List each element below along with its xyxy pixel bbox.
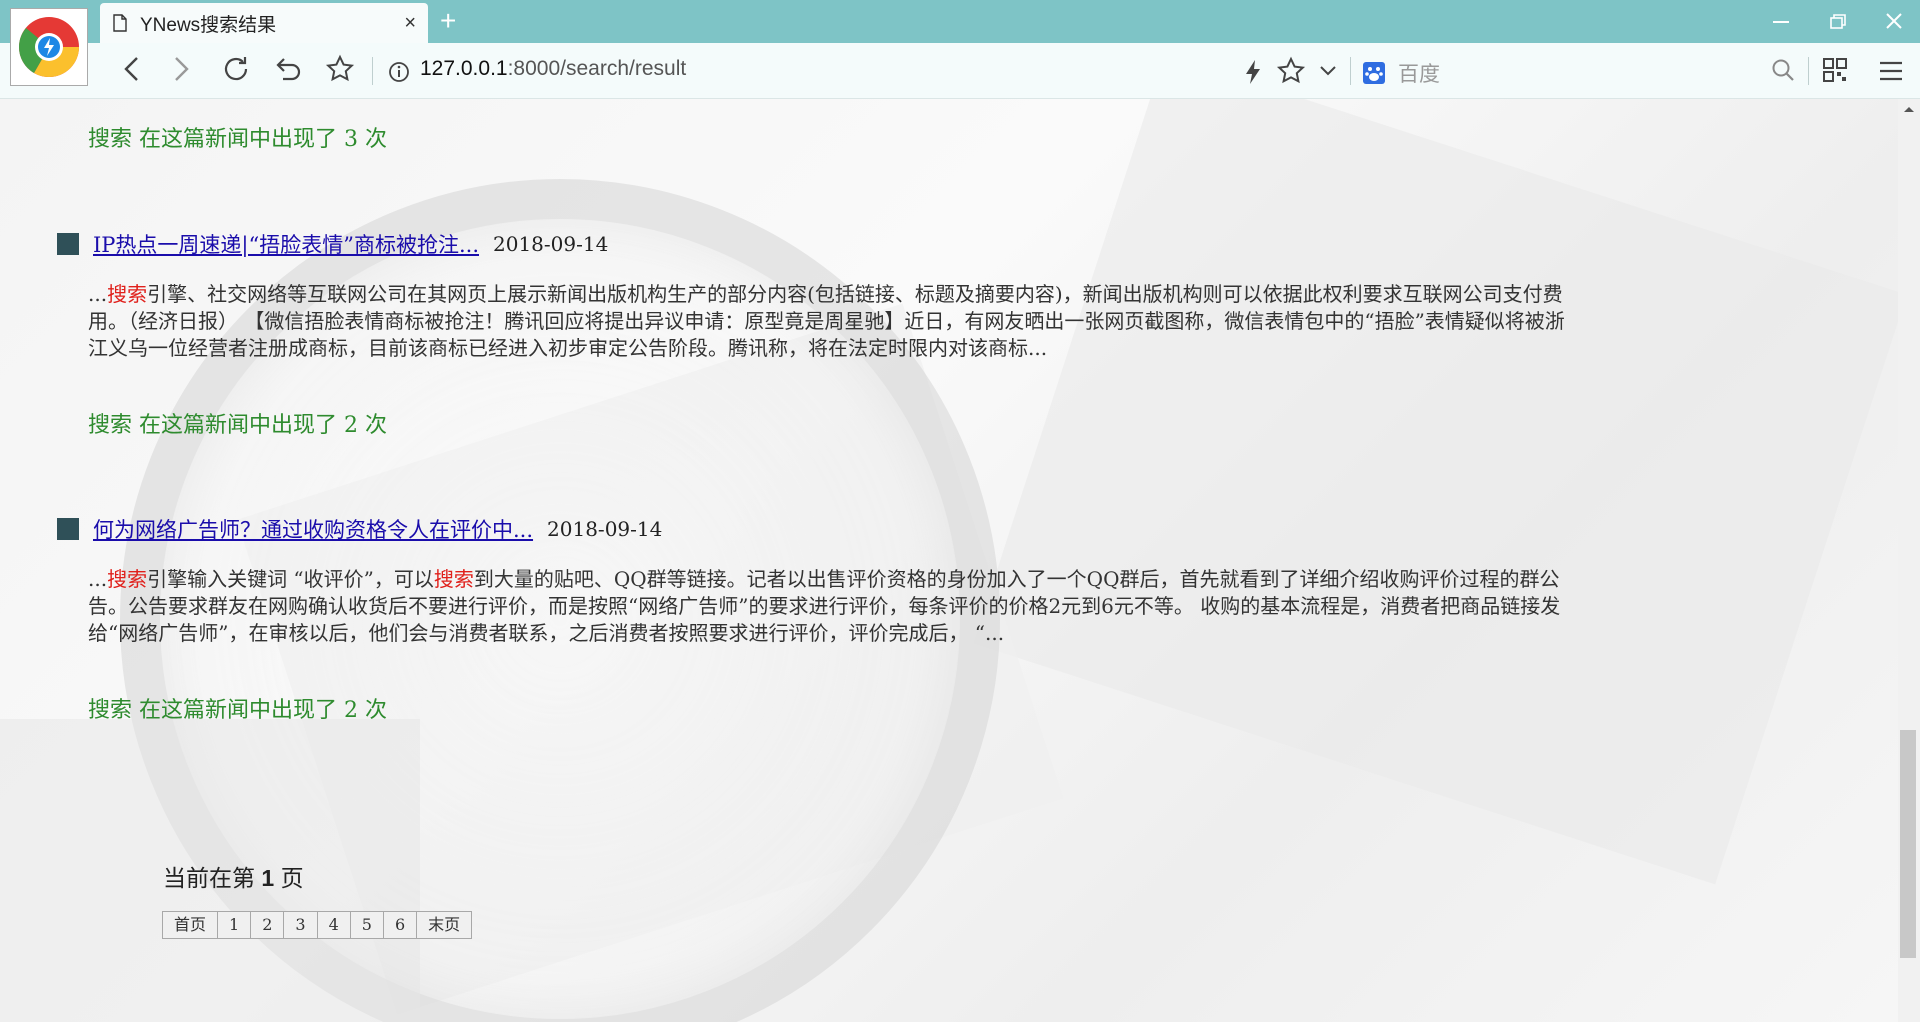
undo-icon[interactable] bbox=[272, 53, 304, 85]
url-path: :8000/search/result bbox=[507, 57, 687, 80]
browser-tab[interactable]: YNews搜索结果 × bbox=[100, 3, 428, 43]
new-tab-button[interactable]: + bbox=[440, 7, 456, 35]
match-count: 搜索 在这篇新闻中出现了 2 次 bbox=[88, 698, 387, 723]
last-page-button[interactable]: 末页 bbox=[416, 911, 473, 939]
page-button-2[interactable]: 2 bbox=[250, 911, 285, 939]
title-bar: YNews搜索结果 × + bbox=[0, 0, 1920, 43]
page-prefix: 当前在第 bbox=[163, 865, 255, 891]
tab-close-icon[interactable]: × bbox=[404, 12, 416, 35]
snippet-text: 引擎、社交网络等互联网公司在其网页上展示新闻出版机构生产的部分内容(包括链接、标… bbox=[88, 282, 1565, 360]
chevron-down-icon[interactable] bbox=[1318, 63, 1338, 79]
menu-icon[interactable] bbox=[1878, 59, 1904, 83]
address-bar[interactable]: 127.0.0.1:8000/search/result bbox=[420, 57, 686, 81]
url-host: 127.0.0.1 bbox=[420, 57, 508, 80]
minimize-icon[interactable] bbox=[1770, 12, 1792, 32]
page-button-4[interactable]: 4 bbox=[316, 911, 351, 939]
browser-logo bbox=[10, 8, 88, 86]
forward-icon[interactable] bbox=[165, 53, 197, 85]
snippet-text: ... bbox=[88, 567, 108, 591]
bullet-square bbox=[57, 233, 79, 255]
result-item-header: IP热点一周速递|“捂脸表情”商标被抢注... 2018-09-14 bbox=[57, 229, 608, 259]
result-snippet: ...搜索引擎输入关键词 “收评价”，可以搜索到大量的贴吧、QQ群等链接。记者以… bbox=[88, 566, 1578, 647]
info-icon[interactable] bbox=[388, 61, 410, 83]
page-content: 搜索 在这篇新闻中出现了 3 次 IP热点一周速递|“捂脸表情”商标被抢注...… bbox=[0, 99, 1898, 1022]
reload-icon[interactable] bbox=[220, 53, 252, 85]
bullet-square bbox=[57, 518, 79, 540]
match-count: 搜索 在这篇新闻中出现了 2 次 bbox=[88, 413, 387, 438]
search-engine-box[interactable]: 百度 bbox=[1362, 58, 1440, 88]
result-snippet: ...搜索引擎、社交网络等互联网公司在其网页上展示新闻出版机构生产的部分内容(包… bbox=[88, 281, 1578, 362]
back-icon[interactable] bbox=[116, 53, 148, 85]
highlight-keyword: 搜索 bbox=[433, 567, 474, 591]
baidu-icon bbox=[1363, 62, 1385, 84]
scroll-up-icon[interactable] bbox=[1903, 105, 1915, 113]
search-engine-label: 百度 bbox=[1398, 63, 1440, 86]
match-count: 搜索 在这篇新闻中出现了 3 次 bbox=[88, 127, 387, 152]
result-date: 2018-09-14 bbox=[493, 232, 609, 256]
pagination: 首页 1 2 3 4 5 6 末页 bbox=[162, 911, 473, 939]
result-item-header: 何为网络广告师？通过收购资格令人在评价中... 2018-09-14 bbox=[57, 514, 662, 544]
search-icon[interactable] bbox=[1770, 57, 1796, 83]
result-date: 2018-09-14 bbox=[547, 517, 663, 541]
current-page-indicator: 当前在第 1 页 bbox=[163, 859, 304, 893]
page-button-3[interactable]: 3 bbox=[283, 911, 318, 939]
document-icon bbox=[113, 14, 127, 32]
result-title-link[interactable]: IP热点一周速递|“捂脸表情”商标被抢注... bbox=[93, 229, 479, 259]
star-icon[interactable] bbox=[1276, 56, 1306, 86]
result-title-link[interactable]: 何为网络广告师？通过收购资格令人在评价中... bbox=[93, 514, 533, 544]
browser-logo-icon bbox=[18, 17, 80, 78]
page-suffix: 页 bbox=[280, 865, 304, 891]
highlight-keyword: 搜索 bbox=[107, 567, 148, 591]
restore-icon[interactable] bbox=[1827, 12, 1849, 32]
page-button-5[interactable]: 5 bbox=[349, 911, 384, 939]
page-button-1[interactable]: 1 bbox=[217, 911, 252, 939]
navigation-toolbar: 127.0.0.1:8000/search/result 百度 bbox=[0, 43, 1920, 99]
highlight-keyword: 搜索 bbox=[107, 282, 148, 306]
lightning-icon[interactable] bbox=[1244, 59, 1262, 85]
scrollbar-thumb[interactable] bbox=[1900, 730, 1916, 958]
page-number: 1 bbox=[261, 865, 275, 891]
bookmark-star-icon[interactable] bbox=[324, 53, 356, 85]
first-page-button[interactable]: 首页 bbox=[162, 911, 219, 939]
page-button-6[interactable]: 6 bbox=[382, 911, 418, 939]
snippet-text: ... bbox=[88, 282, 108, 306]
snippet-text: 引擎输入关键词 “收评价”，可以 bbox=[147, 567, 434, 591]
qrcode-icon[interactable] bbox=[1822, 57, 1848, 83]
tab-title: YNews搜索结果 bbox=[140, 14, 277, 36]
close-window-icon[interactable] bbox=[1883, 10, 1905, 32]
